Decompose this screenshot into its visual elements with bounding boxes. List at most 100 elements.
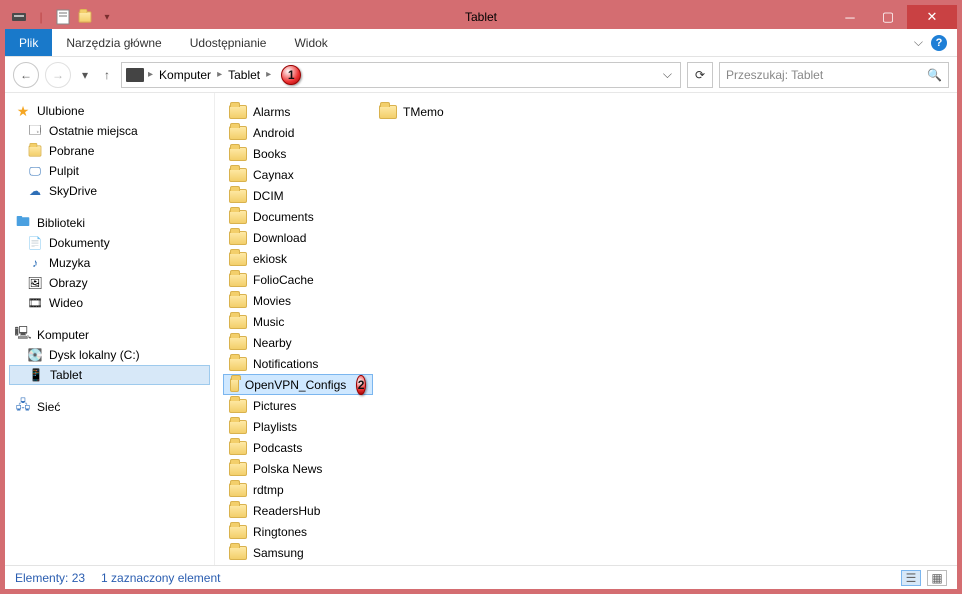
folder-icon (229, 126, 247, 140)
folder-item[interactable]: Books (223, 143, 373, 164)
folder-icon (229, 357, 247, 371)
minimize-button[interactable]: ─ (831, 5, 869, 29)
sidebar-favorites-root[interactable]: ★ Ulubione (9, 101, 210, 121)
folder-icon (229, 504, 247, 518)
folder-icon (229, 273, 247, 287)
ribbon-expand-icon[interactable]: ⌵ (914, 35, 923, 50)
drive-icon (11, 9, 27, 25)
view-icons-button[interactable]: ▦ (927, 570, 947, 586)
sidebar: ★ Ulubione 🗔Ostatnie miejsca Pobrane 🖵Pu… (5, 93, 215, 565)
forward-button[interactable]: → (45, 62, 71, 88)
documents-icon: 📄 (27, 235, 43, 251)
titlebar: | ▾ Tablet ─ ▢ ✕ (5, 5, 957, 29)
folder-item[interactable]: Playlists (223, 416, 373, 437)
tab-view[interactable]: Widok (280, 29, 341, 56)
folder-icon (229, 441, 247, 455)
tab-home[interactable]: Narzędzia główne (52, 29, 175, 56)
folder-item[interactable]: Polska News (223, 458, 373, 479)
back-button[interactable]: ← (13, 62, 39, 88)
libraries-icon: 🖿 (15, 215, 31, 231)
up-button[interactable]: ↑ (99, 62, 115, 88)
address-dropdown-icon[interactable]: ⌵ (659, 67, 676, 82)
new-folder-icon[interactable] (77, 9, 93, 25)
folder-item[interactable]: DCIM (223, 185, 373, 206)
folder-item[interactable]: Caynax (223, 164, 373, 185)
sidebar-computer-root[interactable]: 🖳 Komputer (9, 325, 210, 345)
folder-label: ReadersHub (253, 504, 320, 518)
sidebar-label: Sieć (37, 400, 60, 414)
folder-item[interactable]: Download (223, 227, 373, 248)
view-details-button[interactable]: ☰ (901, 570, 921, 586)
tab-share[interactable]: Udostępnianie (176, 29, 281, 56)
sidebar-item-tablet[interactable]: 📱Tablet (9, 365, 210, 385)
folder-item[interactable]: ReadersHub (223, 500, 373, 521)
folder-label: FolioCache (253, 273, 314, 287)
sidebar-item-desktop[interactable]: 🖵Pulpit (9, 161, 210, 181)
sidebar-item-recent[interactable]: 🗔Ostatnie miejsca (9, 121, 210, 141)
folder-item[interactable]: Movies (223, 290, 373, 311)
folder-icon (229, 252, 247, 266)
status-bar: Elementy: 23 1 zaznaczony element ☰ ▦ (5, 565, 957, 589)
breadcrumb-tablet[interactable]: Tablet (226, 68, 262, 82)
breadcrumb-computer[interactable]: Komputer (157, 68, 213, 82)
maximize-button[interactable]: ▢ (869, 5, 907, 29)
view-switcher: ☰ ▦ (901, 570, 947, 586)
folder-item[interactable]: Ringtones (223, 521, 373, 542)
folder-icon (229, 462, 247, 476)
folder-item[interactable]: Alarms (223, 101, 373, 122)
folder-item[interactable]: Pictures (223, 395, 373, 416)
folder-item[interactable]: FolioCache (223, 269, 373, 290)
folder-item[interactable]: Samsung (223, 542, 373, 563)
folder-item[interactable]: Music (223, 311, 373, 332)
chevron-right-icon[interactable]: ▸ (148, 69, 153, 80)
quick-access-toolbar: | ▾ (11, 9, 115, 25)
sidebar-item-documents[interactable]: 📄Dokumenty (9, 233, 210, 253)
ribbon-help: ⌵ ? (904, 29, 957, 56)
star-icon: ★ (15, 103, 31, 119)
folder-item[interactable]: Documents (223, 206, 373, 227)
properties-icon[interactable] (55, 9, 71, 25)
folder-label: Android (253, 126, 294, 140)
sidebar-item-downloads[interactable]: Pobrane (9, 141, 210, 161)
folder-item[interactable]: Podcasts (223, 437, 373, 458)
search-placeholder: Przeszukaj: Tablet (726, 68, 823, 82)
sidebar-item-pictures[interactable]: 🖼Obrazy (9, 273, 210, 293)
folder-item[interactable]: Notifications (223, 353, 373, 374)
sidebar-item-skydrive[interactable]: ☁SkyDrive (9, 181, 210, 201)
refresh-button[interactable]: ⟳ (687, 62, 713, 88)
folder-item[interactable]: TMemo (373, 101, 523, 122)
folder-item[interactable]: ekiosk (223, 248, 373, 269)
sidebar-network-root[interactable]: 🖧 Sieć (9, 397, 210, 417)
folder-icon (229, 399, 247, 413)
sidebar-item-music[interactable]: ♪Muzyka (9, 253, 210, 273)
folder-view[interactable]: Alarms Android Books Caynax DCIM Documents Dow… (215, 93, 957, 565)
window-title: Tablet (5, 10, 957, 24)
close-button[interactable]: ✕ (907, 5, 957, 29)
folder-label: DCIM (253, 189, 284, 203)
history-dropdown-icon[interactable]: ▾ (77, 62, 93, 88)
address-bar[interactable]: ▸ Komputer ▸ Tablet ▸ 1 ⌵ (121, 62, 681, 88)
downloads-icon (27, 143, 43, 159)
folder-item[interactable]: Nearby (223, 332, 373, 353)
help-icon[interactable]: ? (931, 35, 947, 51)
search-box[interactable]: Przeszukaj: Tablet 🔍 (719, 62, 949, 88)
folder-label: Caynax (253, 168, 294, 182)
folder-icon (229, 546, 247, 560)
folder-item[interactable]: OpenVPN_Configs2 (223, 374, 373, 395)
disk-icon: 💽 (27, 347, 43, 363)
folder-label: TMemo (403, 105, 444, 119)
folder-label: Download (253, 231, 306, 245)
folder-icon (229, 315, 247, 329)
qat-dropdown-icon[interactable]: ▾ (99, 9, 115, 25)
chevron-right-icon[interactable]: ▸ (266, 69, 271, 80)
tab-file[interactable]: Plik (5, 29, 52, 56)
music-icon: ♪ (27, 255, 43, 271)
chevron-right-icon[interactable]: ▸ (217, 69, 222, 80)
sidebar-item-videos[interactable]: 🎞Wideo (9, 293, 210, 313)
folder-column-1: Alarms Android Books Caynax DCIM Documents Dow… (223, 101, 373, 563)
folder-item[interactable]: Android (223, 122, 373, 143)
annotation-2: 2 (356, 375, 366, 395)
folder-item[interactable]: rdtmp (223, 479, 373, 500)
sidebar-libraries-root[interactable]: 🖿 Biblioteki (9, 213, 210, 233)
sidebar-item-local-disk[interactable]: 💽Dysk lokalny (C:) (9, 345, 210, 365)
